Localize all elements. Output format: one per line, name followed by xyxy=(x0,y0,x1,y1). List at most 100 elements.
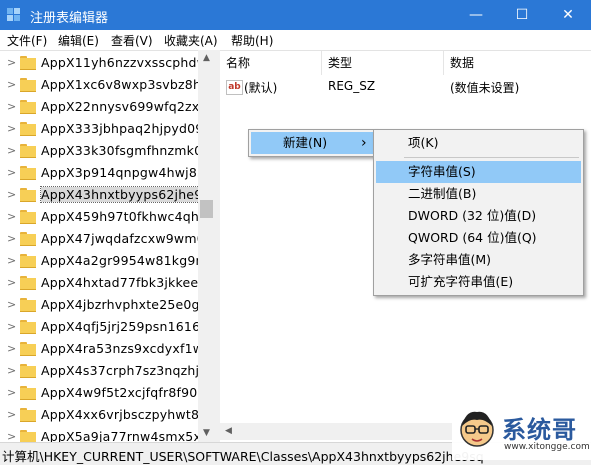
tree-item-label: AppX4s37crph7sz3nqzhj65 xyxy=(41,363,215,378)
menu-view[interactable]: 查看(V) xyxy=(111,32,153,49)
expand-arrow-icon[interactable]: > xyxy=(7,232,16,245)
expand-arrow-icon[interactable]: > xyxy=(7,166,16,179)
folder-icon xyxy=(20,78,36,92)
tree-item[interactable]: > AppX3p914qnpgw4hwj856 xyxy=(0,162,215,184)
tree-item[interactable]: > AppX4xx6vrjbsczpyhwt8s8y xyxy=(0,404,215,426)
tree-item[interactable]: > AppX47jwqdafzcxw9wm0m xyxy=(0,228,215,250)
tree-item-label: AppX11yh6nzzvxsscphdw5 xyxy=(41,55,215,70)
folder-icon xyxy=(20,254,36,268)
scroll-left-icon[interactable]: ◀ xyxy=(220,423,237,440)
tree-item-label: AppX5a9ja77rnw4smx5xter xyxy=(41,429,215,443)
tree-item-label: AppX333jbhpaq2hjpyd097 xyxy=(41,121,212,136)
expand-arrow-icon[interactable]: > xyxy=(7,100,16,113)
expand-arrow-icon[interactable]: > xyxy=(7,254,16,267)
tree-item[interactable]: > AppX11yh6nzzvxsscphdw5 xyxy=(0,52,215,74)
tree-item[interactable]: > AppX5a9ja77rnw4smx5xter xyxy=(0,426,215,443)
tree-item[interactable]: > AppX333jbhpaq2hjpyd097 xyxy=(0,118,215,140)
tree-item[interactable]: > AppX33k30fsgmfhnzmk0nv xyxy=(0,140,215,162)
scroll-up-icon[interactable]: ▲ xyxy=(198,50,215,67)
expand-arrow-icon[interactable]: > xyxy=(7,342,16,355)
registry-editor-icon xyxy=(7,8,20,21)
menu-edit[interactable]: 编辑(E) xyxy=(58,32,99,49)
submenu-item[interactable]: 二进制值(B) xyxy=(376,183,581,205)
folder-icon xyxy=(20,386,36,400)
expand-arrow-icon[interactable]: > xyxy=(7,276,16,289)
expand-arrow-icon[interactable]: > xyxy=(7,56,16,69)
minimize-button[interactable]: — xyxy=(453,0,499,30)
tree-item[interactable]: > AppX4hxtad77fbk3jkkeerk xyxy=(0,272,215,294)
submenu-item-label: QWORD (64 位)值(Q) xyxy=(408,230,537,245)
tree-item[interactable]: > AppX1xc6v8wxp3svbz8hgc xyxy=(0,74,215,96)
menu-file[interactable]: 文件(F) xyxy=(7,32,47,49)
row-data: (数值未设置) xyxy=(450,81,520,95)
expand-arrow-icon[interactable]: > xyxy=(7,122,16,135)
submenu-item-label: 字符串值(S) xyxy=(408,164,476,179)
menu-bar: 文件(F) 编辑(E) 查看(V) 收藏夹(A) 帮助(H) xyxy=(0,30,591,50)
watermark-title: 系统哥 xyxy=(502,416,577,444)
new-submenu: 项(K) 字符串值(S) 二进制值(B) DWORD (32 位)值(D) QWORD … xyxy=(373,129,584,296)
tree-item-label: AppX47jwqdafzcxw9wm0m xyxy=(41,231,215,246)
tree-scrollbar[interactable]: ▲ ▼ xyxy=(198,50,215,442)
submenu-item[interactable]: 可扩充字符串值(E) xyxy=(376,271,581,293)
expand-arrow-icon[interactable]: > xyxy=(7,320,16,333)
list-row[interactable]: ab (默认) REG_SZ (数值未设置) xyxy=(220,77,591,97)
tree-item[interactable]: > AppX4s37crph7sz3nqzhj65 xyxy=(0,360,215,382)
menu-item-new[interactable]: 新建(N) › xyxy=(251,132,373,154)
tree-item-label: AppX459h97t0fkhwc4qhs0 xyxy=(41,209,214,224)
tree-item[interactable]: > AppX43hnxtbyyps62jhe9sq xyxy=(0,184,215,206)
tree-item-label: AppX43hnxtbyyps62jhe9sq xyxy=(39,186,215,203)
window-title: 注册表编辑器 xyxy=(30,11,109,26)
expand-arrow-icon[interactable]: > xyxy=(7,386,16,399)
folder-icon xyxy=(20,342,36,356)
menu-separator xyxy=(404,157,579,158)
watermark: 系统哥 www.xitongge.com xyxy=(452,402,591,460)
submenu-item[interactable]: 多字符串值(M) xyxy=(376,249,581,271)
maximize-button[interactable]: ☐ xyxy=(499,0,545,30)
tree-item[interactable]: > AppX4w9f5t2xcjfqfr8f90sgf xyxy=(0,382,215,404)
column-type[interactable]: 类型 xyxy=(322,51,444,75)
expand-arrow-icon[interactable]: > xyxy=(7,144,16,157)
tree-item-label: AppX1xc6v8wxp3svbz8hgc xyxy=(41,77,215,92)
submenu-item[interactable]: 项(K) xyxy=(376,132,581,154)
column-name[interactable]: 名称 xyxy=(220,51,322,75)
status-path: 计算机\HKEY_CURRENT_USER\SOFTWARE\Classes\A… xyxy=(2,449,484,464)
scroll-thumb[interactable] xyxy=(200,200,213,218)
expand-arrow-icon[interactable]: > xyxy=(7,210,16,223)
expand-arrow-icon[interactable]: > xyxy=(7,188,16,201)
tree-item-label: AppX33k30fsgmfhnzmk0nv xyxy=(41,143,215,158)
tree-item-label: AppX4qfj5jrj259psn161698 xyxy=(41,319,215,334)
expand-arrow-icon[interactable]: > xyxy=(7,298,16,311)
folder-icon xyxy=(20,188,36,202)
folder-icon xyxy=(20,320,36,334)
folder-icon xyxy=(20,56,36,70)
submenu-item[interactable]: QWORD (64 位)值(Q) xyxy=(376,227,581,249)
menu-help[interactable]: 帮助(H) xyxy=(231,32,273,49)
chevron-right-icon: › xyxy=(361,135,367,151)
expand-arrow-icon[interactable]: > xyxy=(7,78,16,91)
expand-arrow-icon[interactable]: > xyxy=(7,408,16,421)
column-data[interactable]: 数据 xyxy=(444,51,591,75)
tree-item[interactable]: > AppX22nnysv699wfq2zxc7 xyxy=(0,96,215,118)
tree-item[interactable]: > AppX4qfj5jrj259psn161698 xyxy=(0,316,215,338)
folder-icon xyxy=(20,144,36,158)
tree-item[interactable]: > AppX459h97t0fkhwc4qhs0 xyxy=(0,206,215,228)
submenu-item[interactable]: 字符串值(S) xyxy=(376,161,581,183)
context-menu: 新建(N) › xyxy=(248,129,376,157)
submenu-item[interactable]: DWORD (32 位)值(D) xyxy=(376,205,581,227)
expand-arrow-icon[interactable]: > xyxy=(7,364,16,377)
tree-item-label: AppX4a2gr9954w81kg9nb xyxy=(41,253,212,268)
scroll-down-icon[interactable]: ▼ xyxy=(198,425,215,442)
tree-item[interactable]: > AppX4jbzrhvphxte25e0gxh xyxy=(0,294,215,316)
tree-item[interactable]: > AppX4a2gr9954w81kg9nb xyxy=(0,250,215,272)
string-value-icon: ab xyxy=(226,80,243,95)
row-name: (默认) xyxy=(244,81,278,95)
registry-tree[interactable]: > AppX11yh6nzzvxsscphdw5 > AppX1xc6v8wxp3sv… xyxy=(0,50,215,443)
tree-item-label: AppX22nnysv699wfq2zxc7 xyxy=(41,99,215,114)
tree-item[interactable]: > AppX4ra53nzs9xcdyxf1wgc xyxy=(0,338,215,360)
tree-item-label: AppX4hxtad77fbk3jkkeerk xyxy=(41,275,212,290)
submenu-item-label: DWORD (32 位)值(D) xyxy=(408,208,537,223)
menu-favorites[interactable]: 收藏夹(A) xyxy=(164,32,218,49)
tree-item-label: AppX4jbzrhvphxte25e0gxh xyxy=(41,297,215,312)
close-button[interactable]: ✕ xyxy=(545,0,591,30)
row-type: REG_SZ xyxy=(328,79,376,93)
